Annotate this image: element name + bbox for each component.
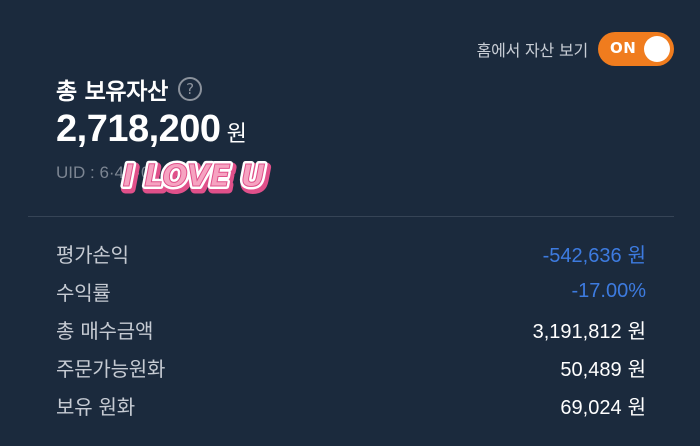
metric-row-held-krw: 보유 원화 69,024 원 [56, 390, 646, 420]
total-assets-unit: 원 [226, 122, 247, 147]
section-divider [28, 216, 674, 217]
metric-value: 69,024 원 [560, 391, 646, 420]
total-assets-title: 총 보유자산 [56, 79, 169, 105]
metric-unit: 원 [627, 242, 646, 267]
total-assets-amount: 2,718,200 [56, 108, 221, 150]
metric-value: 50,489 원 [560, 353, 646, 382]
metric-label: 평가손익 [56, 242, 129, 267]
metric-row-total-purchase: 총 매수금액 3,191,812 원 [56, 314, 646, 344]
metric-value: 3,191,812 원 [533, 315, 646, 344]
home-view-toggle-switch[interactable]: ON [598, 32, 674, 66]
toggle-knob [644, 36, 670, 62]
metric-number: -542,636 [542, 244, 622, 267]
metric-number: -17.00% [571, 279, 647, 302]
metric-number: 3,191,812 [532, 320, 622, 343]
asset-summary-card: 홈에서 자산 보기 ON 총 보유자산 ? 2,718,200 원 UID : … [0, 0, 700, 446]
sticker-graphic: I LOVE U I LOVE U I LOVE U [120, 156, 272, 202]
metric-unit: 원 [627, 394, 646, 419]
home-view-toggle-label: 홈에서 자산 보기 [476, 41, 589, 60]
toggle-state-text: ON [610, 39, 637, 57]
metric-row-orderable-krw: 주문가능원화 50,489 원 [56, 352, 646, 382]
metric-value: -17.00% [572, 280, 647, 303]
metric-label: 수익률 [56, 280, 111, 305]
sticker-text: I LOVE U [123, 159, 266, 194]
metric-unit: 원 [627, 356, 646, 381]
metric-label: 보유 원화 [56, 394, 135, 419]
help-icon[interactable]: ? [178, 77, 203, 101]
metric-row-return-rate: 수익률 -17.00% [56, 276, 646, 306]
total-assets-heading: 총 보유자산 ? [56, 72, 203, 106]
metric-unit: 원 [627, 318, 646, 343]
metric-label: 총 매수금액 [56, 318, 154, 343]
metric-number: 50,489 [560, 358, 622, 381]
home-view-toggle-row: 홈에서 자산 보기 ON [477, 32, 674, 66]
metric-number: 69,024 [560, 396, 622, 419]
metric-row-unrealized-pnl: 평가손익 -542,636 원 [56, 238, 646, 268]
metric-value: -542,636 원 [543, 239, 646, 268]
metric-label: 주문가능원화 [56, 356, 166, 381]
total-assets-amount-row: 2,718,200 원 [56, 108, 247, 151]
i-love-u-sticker: I LOVE U I LOVE U I LOVE U [110, 155, 280, 203]
